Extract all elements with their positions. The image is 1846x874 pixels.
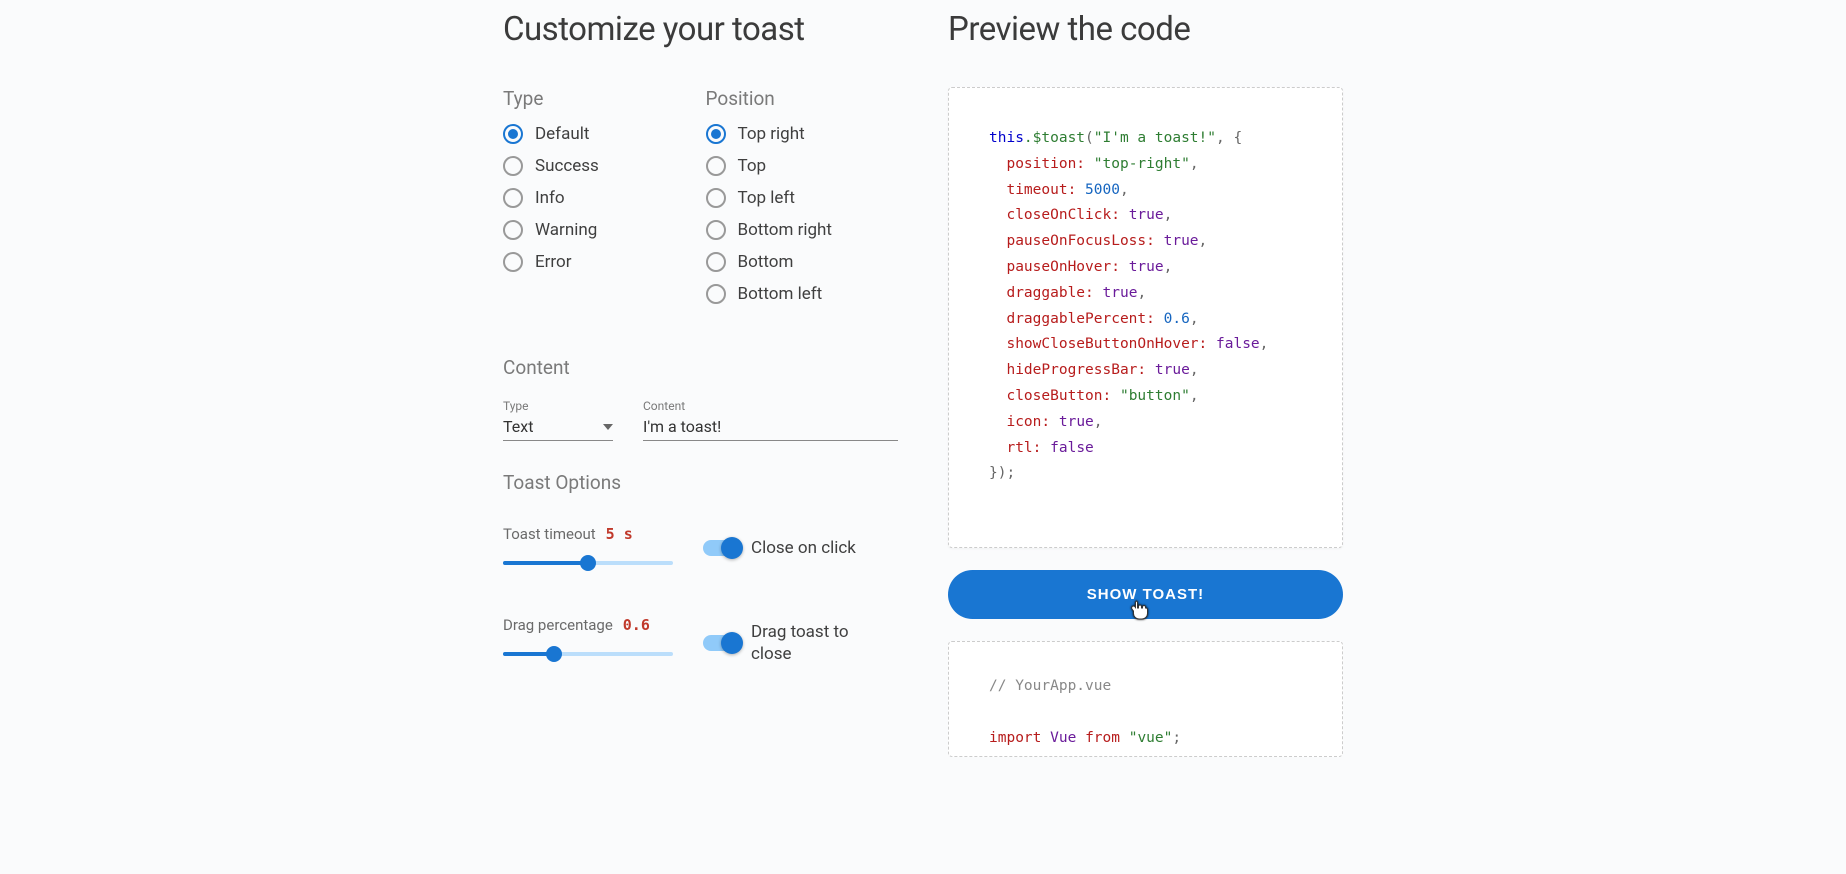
type-radio-info[interactable]: Info	[503, 188, 696, 208]
radio-label: Success	[535, 156, 599, 176]
position-radio-bottom[interactable]: Bottom	[706, 252, 899, 272]
radio-icon	[706, 188, 726, 208]
radio-label: Bottom right	[738, 220, 832, 240]
drag-to-close-label: Drag toast to close	[751, 621, 861, 665]
position-radio-top[interactable]: Top	[706, 156, 899, 176]
radio-label: Top left	[738, 188, 795, 208]
radio-label: Warning	[535, 220, 597, 240]
radio-icon	[503, 220, 523, 240]
radio-label: Top right	[738, 124, 805, 144]
type-radio-warning[interactable]: Warning	[503, 220, 696, 240]
content-type-value: Text	[503, 417, 533, 436]
radio-icon	[503, 188, 523, 208]
radio-label: Top	[738, 156, 767, 176]
drag-to-close-toggle[interactable]	[703, 635, 741, 651]
radio-icon	[503, 124, 523, 144]
drag-pct-slider[interactable]	[503, 652, 673, 656]
customize-title: Customize your toast	[503, 10, 898, 49]
radio-icon	[706, 252, 726, 272]
position-radio-bottom-right[interactable]: Bottom right	[706, 220, 899, 240]
radio-label: Bottom left	[738, 284, 823, 304]
timeout-value: 5 s	[606, 525, 633, 543]
radio-icon	[706, 220, 726, 240]
content-section-label: Content	[503, 356, 898, 379]
radio-label: Bottom	[738, 252, 794, 272]
radio-label: Info	[535, 188, 565, 208]
radio-icon	[503, 156, 523, 176]
position-group-label: Position	[706, 87, 899, 110]
type-radio-default[interactable]: Default	[503, 124, 696, 144]
content-field-label: Content	[643, 399, 898, 413]
close-on-click-toggle[interactable]	[703, 540, 741, 556]
cursor-hand-icon	[1130, 599, 1150, 621]
radio-icon	[503, 252, 523, 272]
position-radio-top-right[interactable]: Top right	[706, 124, 899, 144]
options-section-label: Toast Options	[503, 471, 898, 494]
content-type-select[interactable]: Type Text	[503, 399, 613, 441]
type-group-label: Type	[503, 87, 696, 110]
position-radio-bottom-left[interactable]: Bottom left	[706, 284, 899, 304]
radio-label: Error	[535, 252, 571, 272]
radio-icon	[706, 156, 726, 176]
drag-pct-label: Drag percentage	[503, 616, 613, 634]
drag-pct-value: 0.6	[623, 616, 650, 634]
radio-icon	[706, 124, 726, 144]
content-field-value: I'm a toast!	[643, 417, 721, 436]
radio-icon	[706, 284, 726, 304]
close-on-click-label: Close on click	[751, 538, 856, 558]
type-radio-success[interactable]: Success	[503, 156, 696, 176]
radio-label: Default	[535, 124, 589, 144]
timeout-slider[interactable]	[503, 561, 673, 565]
timeout-label: Toast timeout	[503, 525, 596, 543]
type-radio-error[interactable]: Error	[503, 252, 696, 272]
code-preview: this.$toast("I'm a toast!", { position: …	[948, 87, 1343, 548]
chevron-down-icon	[603, 424, 613, 430]
position-radio-top-left[interactable]: Top left	[706, 188, 899, 208]
content-type-label: Type	[503, 399, 613, 413]
preview-title: Preview the code	[948, 10, 1343, 49]
show-toast-button[interactable]: SHOW TOAST!	[948, 570, 1343, 619]
code-preview-app: // YourApp.vueimport Vue from "vue";	[948, 641, 1343, 756]
content-text-input[interactable]: Content I'm a toast!	[643, 399, 898, 441]
